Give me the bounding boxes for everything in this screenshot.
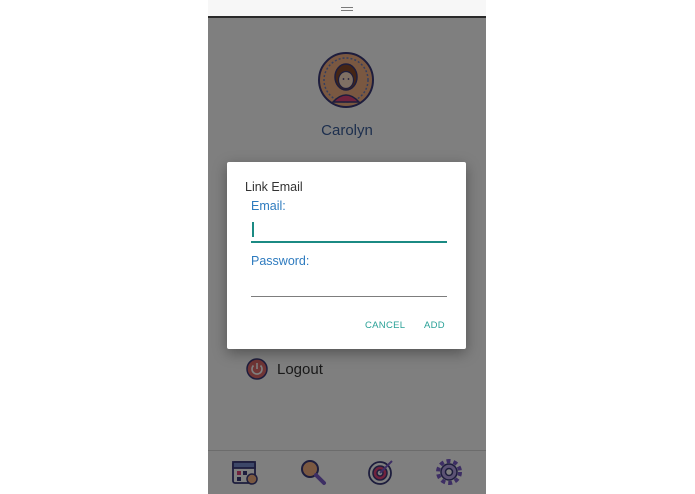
email-label: Email: bbox=[251, 199, 286, 213]
status-bar bbox=[208, 0, 486, 18]
password-label: Password: bbox=[251, 254, 310, 268]
email-field[interactable] bbox=[251, 219, 447, 243]
text-caret bbox=[252, 222, 254, 237]
dialog-title: Link Email bbox=[245, 180, 303, 194]
drag-handle-icon[interactable] bbox=[341, 7, 353, 11]
add-button[interactable]: ADD bbox=[424, 320, 445, 331]
cancel-button[interactable]: CANCEL bbox=[365, 320, 405, 331]
password-field[interactable] bbox=[251, 274, 447, 297]
link-email-dialog: Link Email Email: Password: CANCEL ADD bbox=[227, 162, 466, 349]
